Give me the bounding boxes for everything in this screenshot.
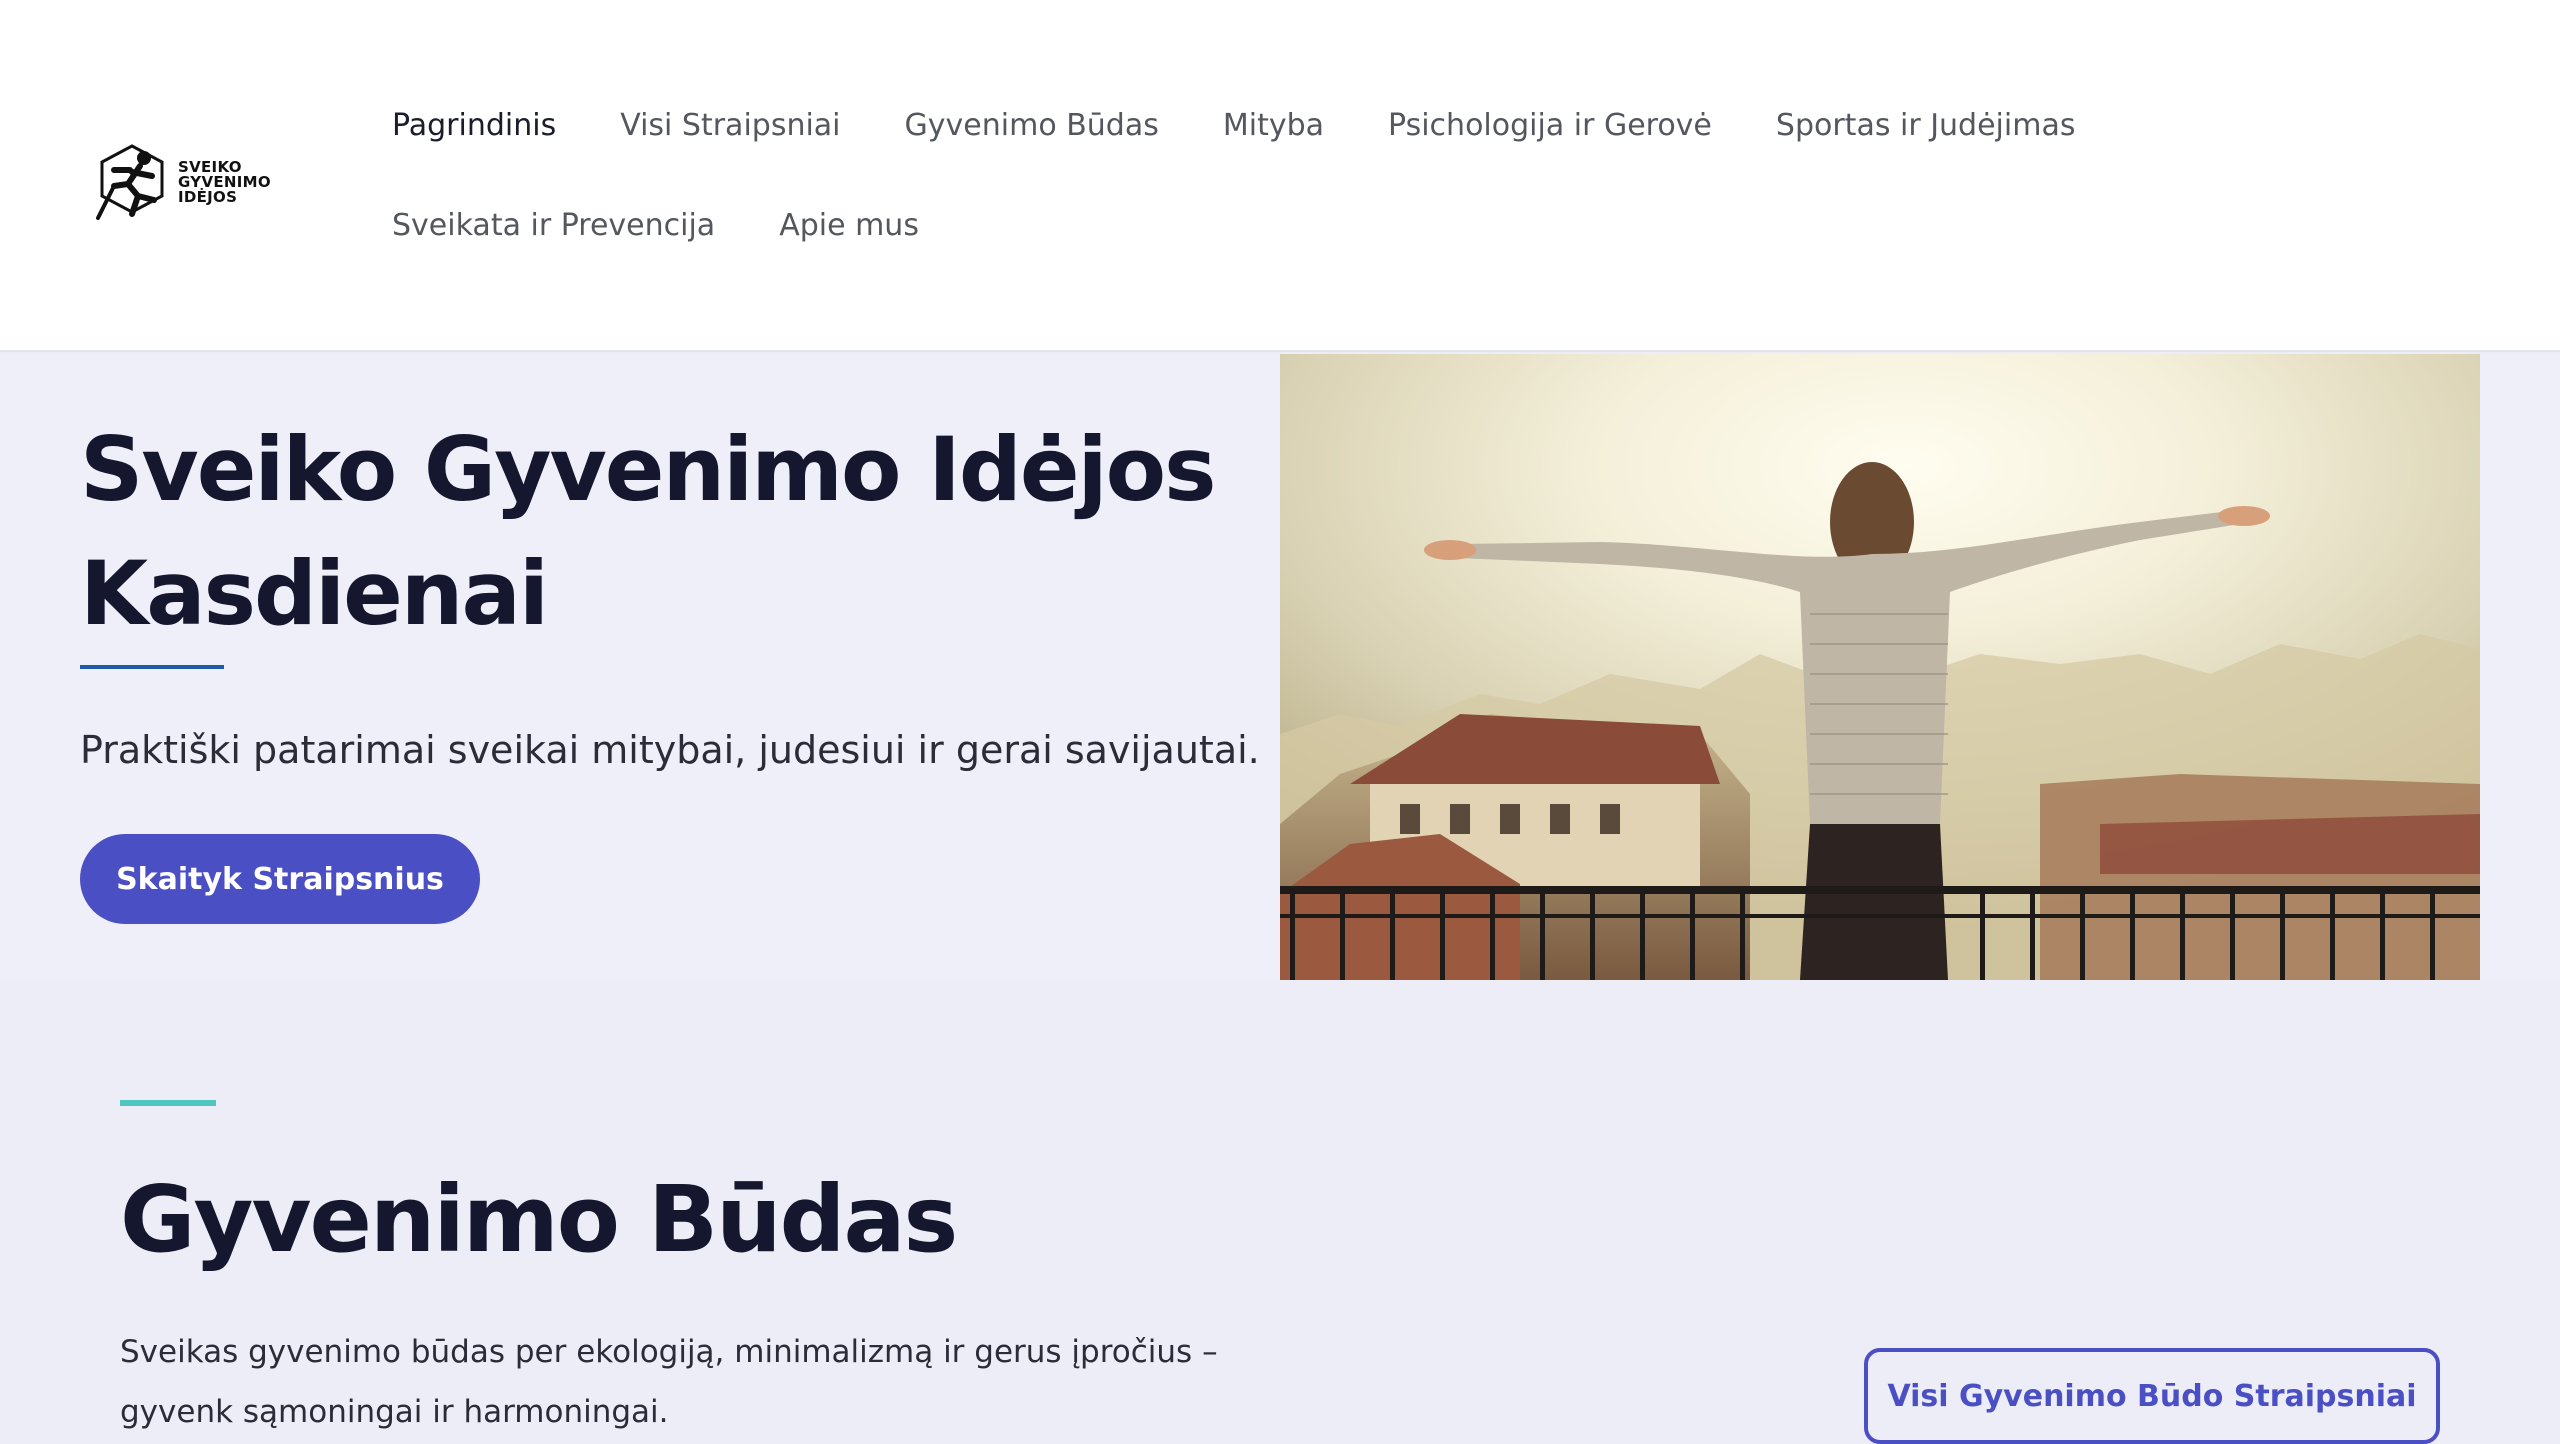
all-lifestyle-articles-button[interactable]: Visi Gyvenimo Būdo Straipsniai [1864, 1348, 2440, 1444]
section-title: Gyvenimo Būdas [120, 1166, 958, 1273]
nav-item-sveikata[interactable]: Sveikata ir Prevencija [360, 208, 747, 243]
hero-title-line-2: Kasdienai [80, 542, 549, 645]
nav-item-visi-straipsniai[interactable]: Visi Straipsniai [588, 108, 872, 143]
site-logo[interactable]: SVEIKO GYVENIMO IDĖJOS [92, 140, 292, 224]
read-articles-button[interactable]: Skaityk Straipsnius [80, 834, 480, 924]
nav-item-apie-mus[interactable]: Apie mus [747, 208, 951, 243]
site-header: SVEIKO GYVENIMO IDĖJOS Pagrindinis Visi … [0, 0, 2560, 352]
logo-wordmark: SVEIKO GYVENIMO IDĖJOS [178, 159, 271, 206]
nav-item-gyvenimo-budas[interactable]: Gyvenimo Būdas [873, 108, 1191, 143]
hero-subtitle: Praktiški patarimai sveikai mitybai, jud… [80, 728, 1260, 772]
main-nav: Pagrindinis Visi Straipsniai Gyvenimo Bū… [392, 90, 2292, 260]
nav-item-sportas[interactable]: Sportas ir Judėjimas [1744, 108, 2108, 143]
hero-title-line-1: Sveiko Gyvenimo Idėjos [80, 418, 1217, 521]
nav-row-2: Sveikata ir Prevencija Apie mus [360, 190, 2292, 260]
section-description: Sveikas gyvenimo būdas per ekologiją, mi… [120, 1334, 1218, 1430]
runner-logo-icon [96, 144, 164, 220]
hero-title: Sveiko Gyvenimo Idėjos Kasdienai [80, 408, 1240, 656]
nav-row-1: Pagrindinis Visi Straipsniai Gyvenimo Bū… [360, 90, 2292, 160]
nav-item-mityba[interactable]: Mityba [1191, 108, 1356, 143]
hero-image [1280, 354, 2480, 980]
logo-line-3: IDĖJOS [178, 187, 238, 206]
nav-item-psichologija[interactable]: Psichologija ir Gerovė [1356, 108, 1744, 143]
hero-title-underline [80, 665, 224, 669]
section-accent-line [120, 1100, 216, 1106]
woman-on-balcony-photo [1280, 354, 2480, 980]
nav-item-pagrindinis[interactable]: Pagrindinis [360, 108, 588, 143]
